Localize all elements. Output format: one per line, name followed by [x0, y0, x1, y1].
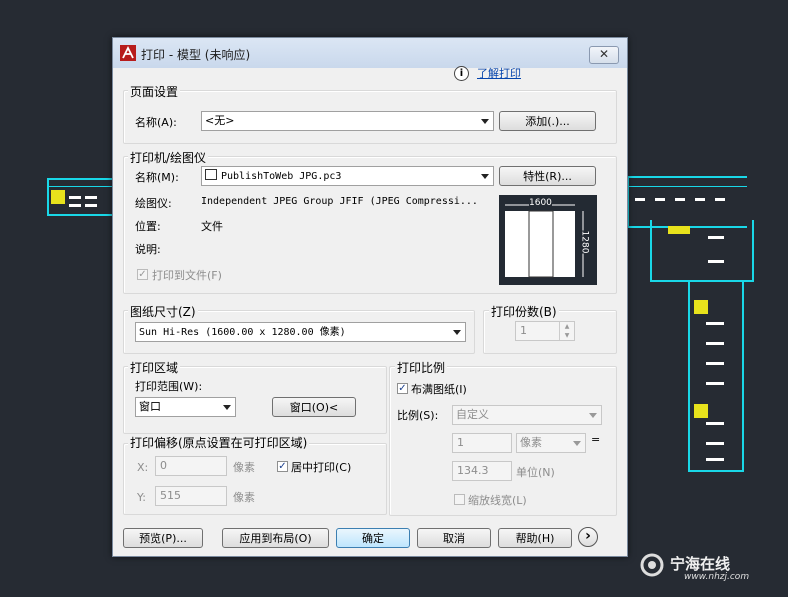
plot-offset-label: 打印偏移(原点设置在可打印区域): [128, 434, 310, 451]
print-to-file-label: 打印到文件(F): [152, 269, 222, 282]
chevron-down-icon: [573, 441, 581, 446]
watermark-url: www.nhzj.com: [684, 572, 750, 582]
expand-options-button[interactable]: ›: [578, 527, 598, 547]
location-value: 文件: [201, 220, 223, 233]
scale-lineweight-label: 缩放线宽(L): [468, 494, 527, 507]
close-button[interactable]: ✕: [589, 46, 619, 64]
x-label: X:: [137, 461, 149, 474]
page-setup-name-label: 名称(A):: [135, 116, 177, 129]
center-plot-checkbox[interactable]: ✓: [277, 461, 288, 472]
printer-icon: [205, 169, 217, 180]
paper-preview: 1600 1280: [499, 195, 597, 285]
printer-name-label: 名称(M):: [135, 171, 179, 184]
apply-to-layout-button[interactable]: 应用到布局(O): [222, 528, 329, 548]
description-label: 说明:: [135, 243, 161, 256]
fit-to-paper-label: 布满图纸(I): [411, 383, 467, 396]
ok-button[interactable]: 确定: [336, 528, 410, 548]
y-label: Y:: [137, 491, 146, 504]
y-unit: 像素: [233, 491, 255, 504]
printer-name-value: PublishToWeb JPG.pc3: [221, 171, 342, 182]
learn-printing-link[interactable]: 了解打印: [477, 65, 521, 81]
window-button[interactable]: 窗口(O)<: [272, 397, 356, 417]
y-offset-input[interactable]: 515: [155, 486, 227, 506]
preview-width-label: 1600: [529, 198, 552, 208]
watermark-logo-icon: [640, 553, 664, 577]
x-offset-input[interactable]: 0: [155, 456, 227, 476]
page-setup-name-value: <无>: [205, 114, 235, 127]
title-bar: 打印 - 模型 (未响应) ✕: [113, 38, 627, 68]
autocad-logo-icon: [120, 45, 136, 61]
center-plot-label: 居中打印(C): [291, 461, 352, 474]
chevron-right-icon: ›: [585, 528, 591, 544]
scale-value1-input[interactable]: 1: [452, 433, 512, 453]
help-button[interactable]: 帮助(H): [498, 528, 572, 548]
cad-drawing-right-wing: [650, 220, 754, 282]
cad-drawing-left-fragment: [47, 178, 115, 216]
equals-sign: =: [591, 433, 601, 446]
location-label: 位置:: [135, 220, 161, 233]
scale-value: 自定义: [456, 408, 489, 421]
add-button[interactable]: 添加(.)...: [499, 111, 596, 131]
printer-name-select[interactable]: PublishToWeb JPG.pc3: [201, 166, 494, 186]
page-setup-name-select[interactable]: <无>: [201, 111, 494, 131]
chevron-down-icon: [481, 119, 489, 124]
properties-button[interactable]: 特性(R)...: [499, 166, 596, 186]
scale-unit2-label: 单位(N): [516, 466, 555, 479]
scale-label: 比例(S):: [397, 409, 439, 422]
scale-select[interactable]: 自定义: [452, 405, 602, 425]
plot-area-label: 打印区域: [128, 359, 181, 376]
print-to-file-checkbox[interactable]: ✓: [137, 269, 148, 280]
chevron-down-icon: [223, 405, 231, 410]
print-dialog: 打印 - 模型 (未响应) ✕ i 了解打印 页面设置 名称(A): <无> 添…: [112, 37, 628, 557]
scale-unit1-select[interactable]: 像素: [516, 433, 586, 453]
plot-range-select[interactable]: 窗口: [135, 397, 236, 417]
plotter-label: 绘图仪:: [135, 197, 172, 210]
chevron-down-icon: [589, 413, 597, 418]
copies-spinner[interactable]: ▲ ▼: [559, 322, 574, 340]
preview-height-label: 1280: [579, 230, 590, 254]
plot-range-value: 窗口: [139, 400, 161, 413]
scale-value2-input[interactable]: 134.3: [452, 461, 512, 481]
plot-scale-label: 打印比例: [395, 359, 448, 376]
paper-size-select[interactable]: Sun Hi-Res (1600.00 x 1280.00 像素): [135, 322, 466, 342]
dialog-title: 打印 - 模型 (未响应): [141, 48, 251, 62]
page-setup-label: 页面设置: [128, 83, 181, 100]
close-icon: ✕: [598, 47, 610, 61]
chevron-down-icon: [453, 330, 461, 335]
watermark-brand: 宁海在线: [670, 555, 731, 573]
paper-size-value: Sun Hi-Res (1600.00 x 1280.00 像素): [139, 327, 346, 338]
chevron-down-icon: [481, 174, 489, 179]
fit-to-paper-checkbox[interactable]: ✓: [397, 383, 408, 394]
preview-button[interactable]: 预览(P)...: [123, 528, 203, 548]
scale-lineweight-checkbox[interactable]: [454, 494, 465, 505]
x-unit: 像素: [233, 461, 255, 474]
plot-range-label: 打印范围(W):: [135, 380, 203, 393]
cad-drawing-right-column: [688, 280, 744, 472]
paper-size-label: 图纸尺寸(Z): [128, 303, 198, 320]
cancel-button[interactable]: 取消: [417, 528, 491, 548]
info-icon[interactable]: i: [454, 66, 469, 81]
printer-group-label: 打印机/绘图仪: [128, 149, 209, 166]
copies-label: 打印份数(B): [489, 303, 559, 320]
scale-unit1-value: 像素: [520, 436, 542, 449]
plotter-value: Independent JPEG Group JFIF (JPEG Compre…: [201, 196, 478, 207]
